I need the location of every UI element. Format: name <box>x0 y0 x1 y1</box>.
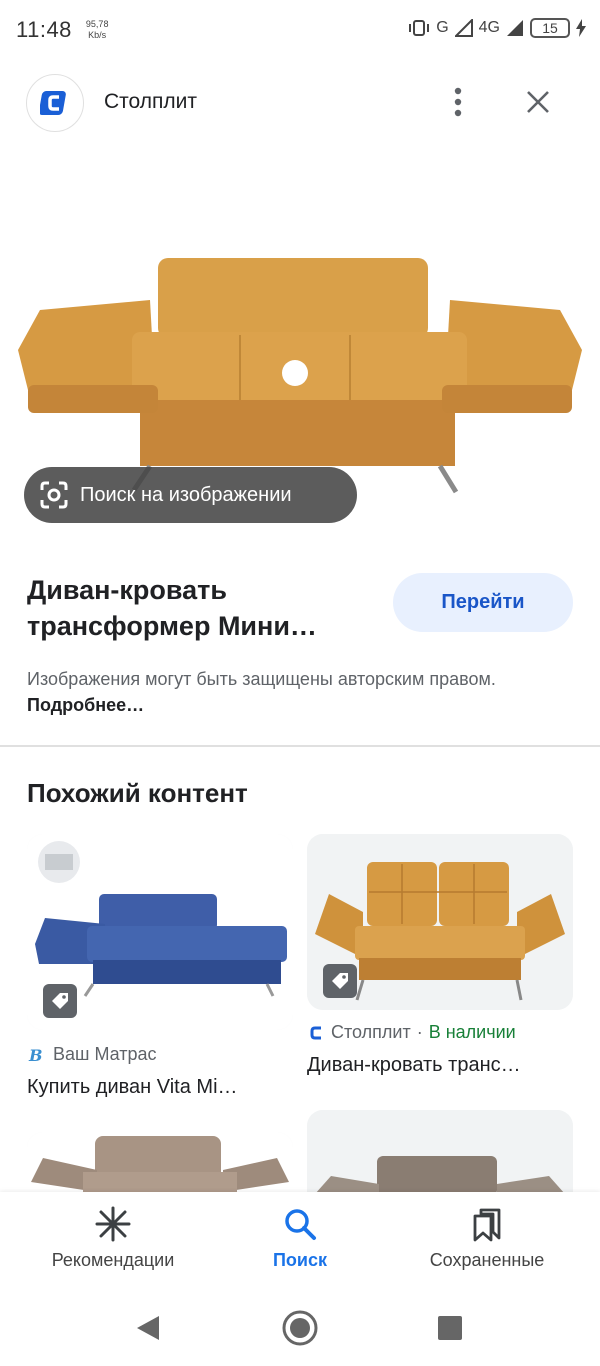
vibrate-icon <box>409 20 430 36</box>
more-vert-icon <box>454 87 462 117</box>
network-4g: 4G <box>478 19 500 36</box>
nav-search-label: Поиск <box>272 1250 328 1270</box>
shopping-tag-badge <box>43 984 77 1018</box>
nav-saved[interactable]: Сохраненные <box>392 1206 582 1271</box>
card-title[interactable]: Купить диван Vita Mi… <box>27 1076 293 1099</box>
viewer-header: Столплит <box>0 72 600 136</box>
back-triangle-icon <box>137 1316 159 1340</box>
nav-search[interactable]: Поиск <box>205 1206 395 1271</box>
speed-unit: Kb/s <box>88 30 107 40</box>
home-circle-icon <box>282 1310 318 1346</box>
speed-value: 95,78 <box>85 19 109 29</box>
visit-button[interactable]: Перейти <box>393 573 573 632</box>
search-icon <box>285 1209 316 1240</box>
tag-icon <box>52 993 68 1009</box>
network-speed: 95,78 Kb/s <box>86 19 109 41</box>
shopping-tag-badge <box>323 964 357 998</box>
availability-status: В наличии <box>428 1022 516 1042</box>
status-bar: 11:48 95,78 Kb/s G 4G 15 <box>0 0 600 60</box>
signal-icon <box>454 19 473 37</box>
copyright-text: Изображения могут быть защищены авторски… <box>27 669 496 689</box>
image-search-button[interactable]: Поиск на изображении <box>24 467 357 523</box>
similar-card-image[interactable] <box>307 834 573 1010</box>
nav-saved-label: Сохраненные <box>429 1250 545 1270</box>
signal-icon-2 <box>507 20 523 36</box>
nav-recommendations-label: Рекомендации <box>51 1250 175 1270</box>
home-button[interactable] <box>280 1308 320 1348</box>
copyright-notice: Изображения могут быть защищены авторски… <box>27 666 547 718</box>
google-lens-icon <box>40 481 68 509</box>
status-icons: G 4G 15 <box>408 18 586 38</box>
status-time: 11:48 <box>16 17 72 42</box>
similar-heading: Похожий контент <box>27 778 248 808</box>
stolplit-small-logo-icon <box>310 1026 321 1039</box>
image-search-label: Поиск на изображении <box>80 483 292 506</box>
learn-more-link[interactable]: Подробнее… <box>27 695 144 715</box>
recents-square-icon <box>438 1316 462 1340</box>
close-button[interactable] <box>518 82 558 122</box>
site-logo[interactable] <box>26 74 84 132</box>
tag-icon <box>332 973 348 989</box>
bottom-navigation: Рекомендации Поиск Сохраненные <box>0 1192 600 1292</box>
back-button[interactable] <box>128 1308 168 1348</box>
card-source-name: Столплит <box>331 1022 411 1042</box>
battery-indicator: 15 <box>530 18 570 38</box>
asterisk-icon <box>95 1206 131 1242</box>
close-icon <box>527 91 549 113</box>
section-divider <box>0 745 600 747</box>
more-options-button[interactable] <box>440 82 476 122</box>
nav-recommendations[interactable]: Рекомендации <box>18 1206 208 1271</box>
stolplit-logo-icon <box>40 91 66 115</box>
separator-dot: · <box>416 1022 423 1042</box>
result-title: Диван-кровать трансформер Мини… <box>27 575 317 641</box>
card-title[interactable]: Диван-кровать транс… <box>307 1054 573 1077</box>
svg-text:B: B <box>28 1046 43 1065</box>
bookmarks-icon <box>473 1208 501 1242</box>
system-navigation-bar <box>0 1292 600 1366</box>
similar-card-image[interactable] <box>27 834 293 1030</box>
recents-button[interactable] <box>430 1308 470 1348</box>
vash-matras-logo-icon: B <box>28 1046 43 1065</box>
card-source-name: Ваш Матрас <box>53 1044 157 1064</box>
network-g: G <box>436 19 449 36</box>
charging-icon <box>576 19 586 37</box>
site-name[interactable]: Столплит <box>104 90 197 114</box>
card-source[interactable]: Столплит · В наличии <box>307 1022 516 1043</box>
card-source[interactable]: B Ваш Матрас <box>27 1044 157 1065</box>
